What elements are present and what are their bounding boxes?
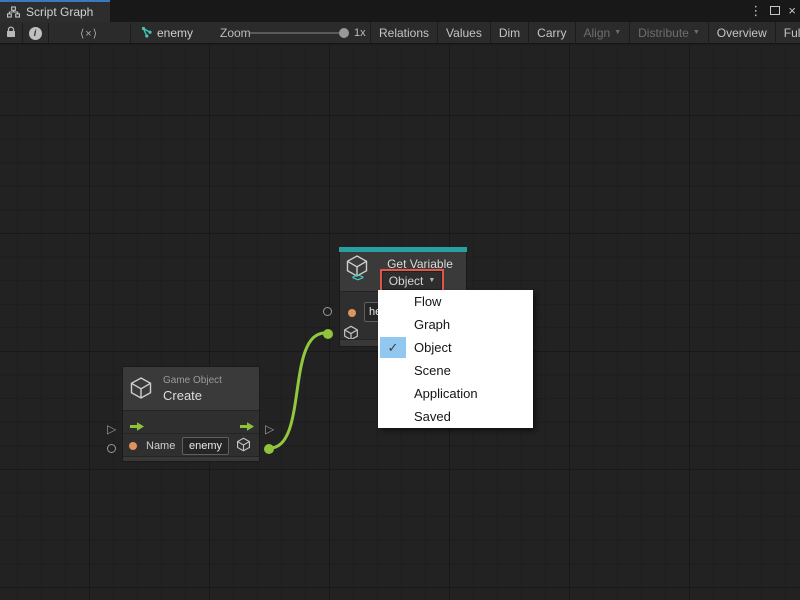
toolbar: i ⟨×⟩ enemy Zoom 1x Relations Values Dim…	[0, 22, 800, 44]
more-menu-icon[interactable]: ⋮	[749, 0, 762, 22]
graph-canvas[interactable]: Game Object Create Name enemy ▷ ▷	[0, 44, 800, 600]
lock-button[interactable]	[0, 22, 22, 44]
menu-item-graph[interactable]: Graph	[378, 313, 533, 336]
node-title: Create	[163, 388, 202, 403]
code-brackets-icon: ⟨×⟩	[80, 27, 98, 40]
tab-bar: Script Graph ⋮ ×	[0, 0, 800, 22]
node-title: Get Variable	[376, 257, 464, 271]
distribute-button[interactable]: Distribute ▼	[629, 22, 708, 44]
flow-out-arrow-icon	[239, 419, 255, 437]
window-controls: ⋮ ×	[749, 0, 796, 22]
menu-item-flow[interactable]: Flow	[378, 290, 533, 313]
name-input-port[interactable]	[107, 444, 116, 453]
lock-icon	[5, 26, 17, 41]
flow-output-port[interactable]: ▷	[265, 423, 274, 435]
check-icon: ✓	[380, 337, 406, 358]
graph-breadcrumb-icon	[140, 22, 156, 44]
flow-in-arrow-icon	[129, 419, 145, 437]
inspect-values-button[interactable]: ⟨×⟩	[48, 22, 130, 44]
values-button[interactable]: Values	[437, 22, 490, 44]
game-object-cube-icon	[129, 376, 153, 400]
zoom-label: Zoom	[220, 22, 251, 44]
chevron-down-icon: ▼	[614, 22, 621, 44]
object-input-port-connected[interactable]	[323, 329, 333, 339]
dim-button[interactable]: Dim	[490, 22, 528, 44]
name-port-label: Name	[146, 440, 175, 452]
tab-label: Script Graph	[26, 5, 93, 19]
node-subtitle: Game Object	[163, 375, 222, 386]
close-icon[interactable]: ×	[788, 0, 796, 22]
menu-item-saved[interactable]: Saved	[378, 405, 533, 428]
menu-item-object[interactable]: ✓ Object	[378, 336, 533, 359]
flow-input-port[interactable]: ▷	[107, 423, 116, 435]
info-icon: i	[29, 27, 42, 40]
maximize-icon[interactable]	[770, 2, 780, 20]
carry-button[interactable]: Carry	[528, 22, 574, 44]
create-game-object-node[interactable]: Game Object Create Name enemy ▷ ▷	[122, 366, 260, 462]
object-output-port-connected[interactable]	[264, 444, 274, 454]
zoom-slider[interactable]	[250, 32, 342, 34]
chevron-down-icon: ▼	[428, 271, 435, 290]
graph-hierarchy-icon	[7, 6, 20, 18]
zoom-value: 1x	[354, 22, 366, 44]
name-input[interactable]: enemy	[182, 437, 229, 455]
info-button[interactable]: i	[22, 22, 48, 44]
menu-item-scene[interactable]: Scene	[378, 359, 533, 382]
align-button[interactable]: Align ▼	[575, 22, 630, 44]
chevron-down-icon: ▼	[693, 22, 700, 44]
variable-kind-dropdown[interactable]: Object ▼	[382, 271, 442, 290]
string-port-dot	[348, 309, 356, 317]
breadcrumb[interactable]: enemy	[157, 22, 193, 44]
variable-code-icon: <>	[352, 272, 363, 284]
overview-button[interactable]: Overview	[708, 22, 775, 44]
variable-kind-menu: Flow Graph ✓ Object Scene Application Sa…	[378, 290, 533, 428]
name-input-port[interactable]	[323, 307, 332, 316]
toolbar-buttons: Relations Values Dim Carry Align ▼ Distr…	[370, 22, 800, 44]
string-port-dot	[129, 442, 137, 450]
game-object-output-cube-icon	[236, 437, 251, 452]
zoom-slider-knob[interactable]	[339, 28, 349, 38]
tab-script-graph[interactable]: Script Graph	[0, 0, 110, 22]
full-screen-button[interactable]: Full Screen	[775, 22, 800, 44]
relations-button[interactable]: Relations	[370, 22, 437, 44]
menu-item-application[interactable]: Application	[378, 382, 533, 405]
